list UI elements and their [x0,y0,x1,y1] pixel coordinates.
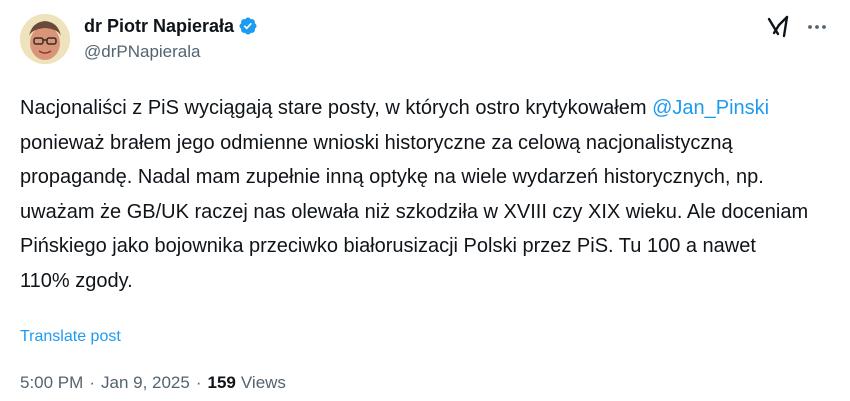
meta-separator: · [89,373,95,392]
user-info: dr Piotr Napierała @drPNapierala [84,14,258,62]
user-handle[interactable]: @drPNapierala [84,42,258,62]
views-count[interactable]: 159 [208,373,236,393]
tweet-text-part2: ponieważ brałem jego odmienne wnioski hi… [20,131,809,292]
tweet-meta: 5:00 PM · Jan 9, 2025 · 159 Views [20,373,286,393]
grok-icon[interactable] [766,14,792,40]
views-label[interactable]: Views [241,373,286,393]
more-options-icon[interactable] [804,14,830,40]
tweet-text: Nacjonaliści z PiS wyciągają stare posty… [20,91,810,298]
verified-badge-icon[interactable] [238,16,258,36]
post-date[interactable]: Jan 9, 2025 [101,373,190,393]
post-time[interactable]: 5:00 PM [20,373,83,393]
tweet-card: dr Piotr Napierała @drPNapierala Nacjona… [0,0,850,401]
mention-link[interactable]: @Jan_Pinski [652,97,769,119]
name-row: dr Piotr Napierała [84,14,258,38]
tweet-text-part1: Nacjonaliści z PiS wyciągają stare posty… [20,97,653,119]
top-actions [766,14,830,40]
display-name[interactable]: dr Piotr Napierała [84,16,234,37]
translate-post-link[interactable]: Translate post [20,328,121,346]
avatar[interactable] [20,14,70,64]
meta-separator-2: · [195,373,202,392]
